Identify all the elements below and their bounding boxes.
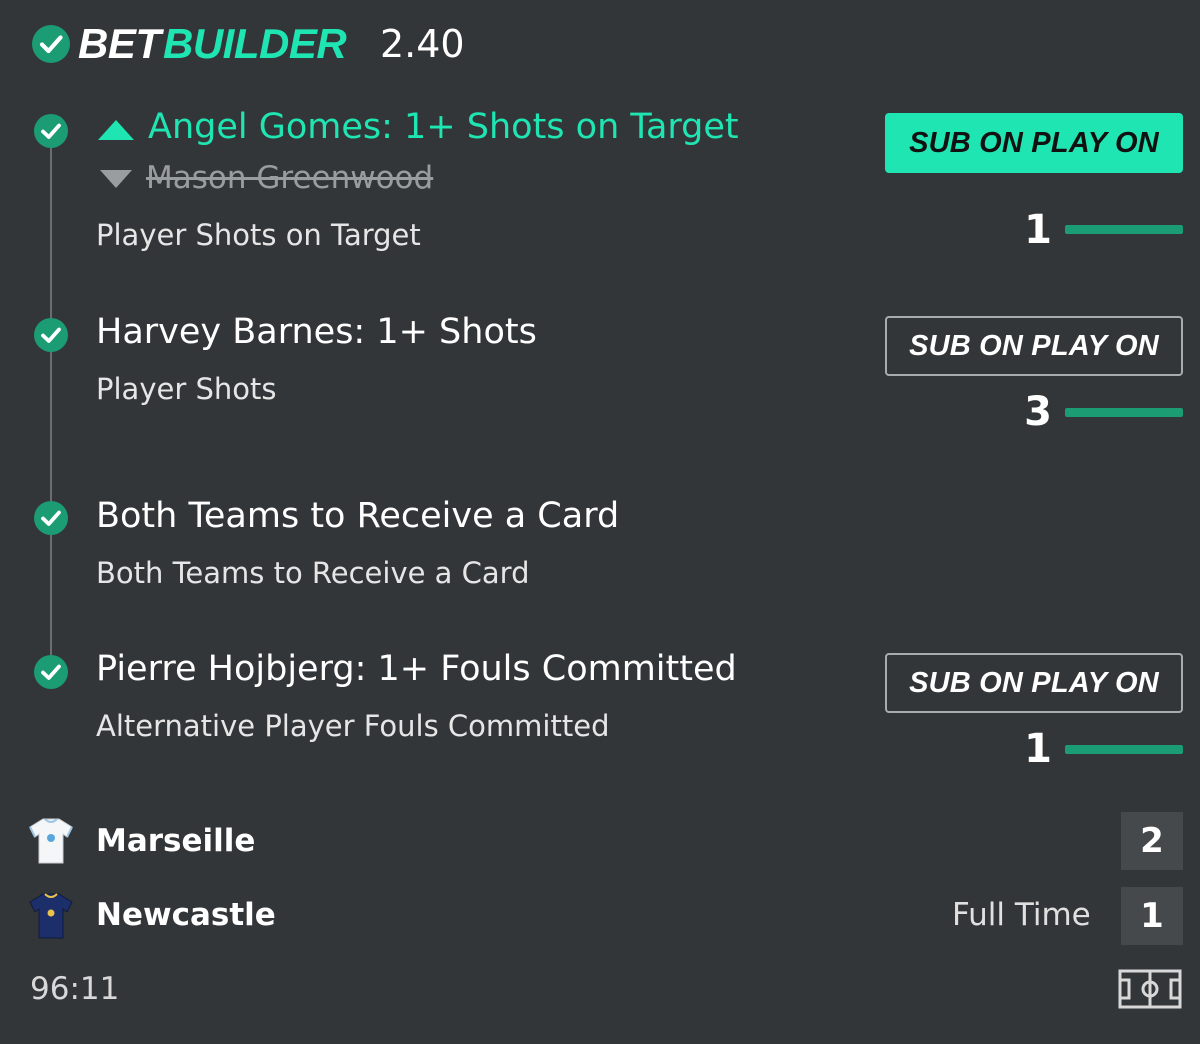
- check-circle-icon: [32, 25, 70, 63]
- navy-shirt-icon: [29, 893, 73, 939]
- substitution-up-arrow-icon: [98, 120, 134, 140]
- leg-check-icon: [34, 655, 68, 689]
- leg-check-icon: [34, 114, 68, 148]
- leg-stat-value: 3: [1024, 389, 1052, 435]
- timeline-line: [50, 140, 52, 670]
- substituted-player: Mason Greenwood: [146, 160, 434, 196]
- substitution-down-arrow-icon: [100, 170, 132, 188]
- sub-on-play-on-button[interactable]: SUB ON PLAY ON: [885, 113, 1183, 173]
- leg-check-icon: [34, 501, 68, 535]
- home-score: 2: [1121, 812, 1183, 870]
- leg-check-icon: [34, 318, 68, 352]
- leg-stat-bar: [1065, 225, 1183, 234]
- pitch-icon[interactable]: [1118, 969, 1182, 1009]
- leg-market: Both Teams to Receive a Card: [96, 556, 530, 590]
- sub-on-play-on-button[interactable]: SUB ON PLAY ON: [885, 316, 1183, 376]
- away-score: 1: [1121, 887, 1183, 945]
- sub-on-play-on-button[interactable]: SUB ON PLAY ON: [885, 653, 1183, 713]
- leg-title: Harvey Barnes: 1+ Shots: [96, 312, 537, 352]
- leg-title: Pierre Hojbjerg: 1+ Fouls Committed: [96, 649, 737, 689]
- leg-stat-bar: [1065, 745, 1183, 754]
- builder-word: BUILDER: [163, 20, 347, 67]
- leg-market: Alternative Player Fouls Committed: [96, 709, 610, 743]
- match-status: Full Time: [952, 897, 1091, 933]
- leg-market: Player Shots on Target: [96, 218, 421, 252]
- bet-word: BET: [78, 20, 161, 67]
- match-clock: 96:11: [30, 971, 120, 1007]
- leg-stat-value: 1: [1024, 726, 1052, 772]
- leg-title: Angel Gomes: 1+ Shots on Target: [148, 107, 739, 147]
- home-team-name: Marseille: [96, 823, 256, 859]
- white-shirt-icon: [29, 818, 73, 864]
- leg-stat-value: 1: [1024, 207, 1052, 253]
- leg-title: Both Teams to Receive a Card: [96, 496, 620, 536]
- leg-stat-bar: [1065, 408, 1183, 417]
- away-team-name: Newcastle: [96, 897, 276, 933]
- total-odds: 2.40: [380, 22, 465, 66]
- leg-market: Player Shots: [96, 372, 277, 406]
